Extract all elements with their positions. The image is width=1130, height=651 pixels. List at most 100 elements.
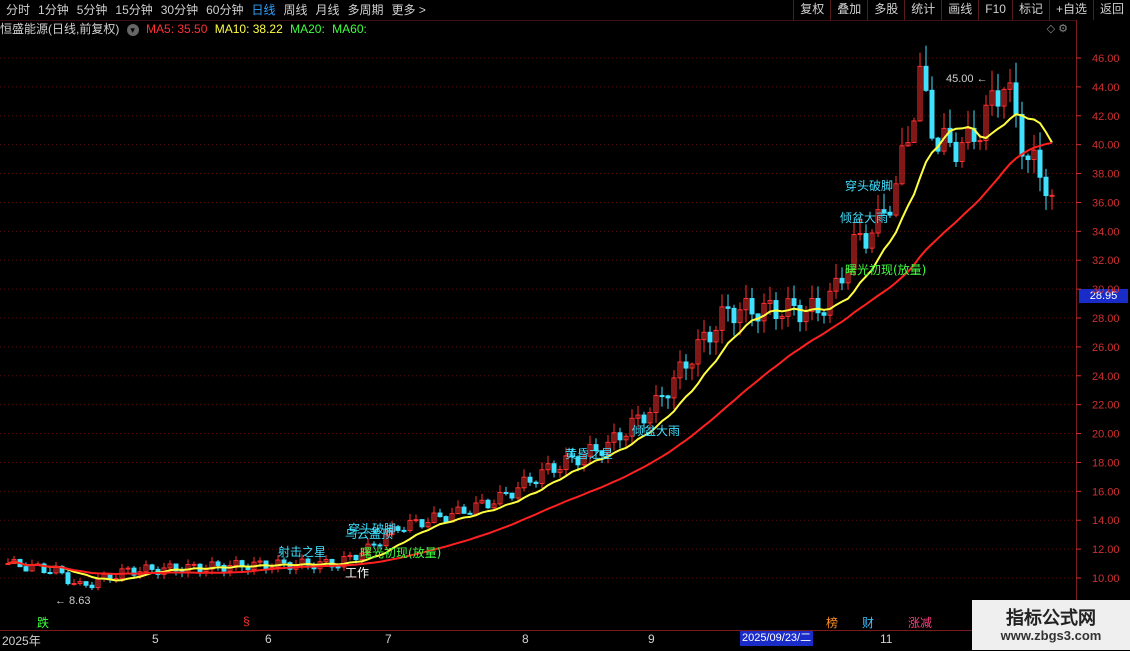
- watermark-title: 指标公式网: [1006, 608, 1096, 628]
- toolbar-actions: 复权 叠加 多股 统计 画线 F10 标记 +自选 返回: [793, 0, 1130, 20]
- event-marker[interactable]: 榜: [826, 614, 838, 631]
- toolbar-button-2[interactable]: 多股: [867, 0, 904, 20]
- candle-body: [71, 582, 77, 585]
- toolbar-button-1[interactable]: 叠加: [830, 0, 867, 20]
- candle-body: [659, 395, 665, 398]
- toolbar-button-0[interactable]: 复权: [793, 0, 830, 20]
- price-tick: 16.00: [1092, 486, 1120, 498]
- candle-body: [371, 543, 377, 546]
- period-tab-6[interactable]: 日线: [247, 2, 279, 18]
- event-marker[interactable]: 跌: [37, 614, 49, 631]
- period-tab-3[interactable]: 15分钟: [111, 2, 156, 18]
- price-tick: 30.00: [1092, 284, 1120, 296]
- toolbar-button-4[interactable]: 画线: [941, 0, 978, 20]
- month-label: 2025年: [2, 634, 41, 648]
- candle-body: [443, 516, 449, 523]
- candle-body: [401, 529, 407, 532]
- candle-body: [125, 567, 131, 570]
- pattern-label: 曙光初现(放量): [845, 262, 926, 277]
- event-marker[interactable]: 涨减: [908, 614, 932, 631]
- ma5-value: MA5: 35.50: [146, 22, 208, 36]
- pattern-label: 黄昏之星: [565, 447, 613, 461]
- candle-body: [89, 584, 95, 589]
- stock-title: 恒盛能源(日线,前复权): [0, 22, 120, 36]
- candlestick-chart[interactable]: 46.00 44.00 42.00 40.00 38.00 36.00 34.00 32.00…: [0, 38, 1130, 630]
- pattern-label: 射击之星: [278, 544, 326, 559]
- month-label: 6: [265, 632, 272, 646]
- period-tab-7[interactable]: 周线: [279, 2, 311, 18]
- candle-body: [47, 572, 53, 575]
- candle-body: [1013, 82, 1019, 115]
- candle-body: [23, 566, 29, 572]
- indicator-bar: 恒盛能源(日线,前复权) ▾ MA5: 35.50 MA10: 38.22 MA…: [0, 21, 371, 37]
- candle-body: [887, 211, 893, 216]
- period-tab-1[interactable]: 1分钟: [34, 2, 73, 18]
- pattern-label: 工作: [345, 566, 369, 580]
- period-tab-8[interactable]: 月线: [312, 2, 344, 18]
- dropdown-icon[interactable]: ▾: [126, 23, 139, 36]
- candle-body: [641, 414, 647, 424]
- candle-body: [923, 65, 929, 91]
- price-tick: 12.00: [1092, 544, 1120, 556]
- candle-body: [725, 306, 731, 309]
- watermark: 指标公式网 www.zbgs3.com: [972, 600, 1130, 650]
- price-tick: 32.00: [1092, 255, 1120, 267]
- ma20-value: MA20:: [290, 22, 325, 36]
- price-tick: 40.00: [1092, 140, 1120, 152]
- watermark-url: www.zbgs3.com: [1000, 628, 1102, 643]
- candle-body: [1049, 194, 1055, 197]
- candle-body: [509, 492, 515, 499]
- price-tick: 26.00: [1092, 342, 1120, 354]
- low-price-label: ← 8.63: [55, 595, 90, 607]
- period-tab-0[interactable]: 分时: [2, 2, 34, 18]
- candle-body: [413, 519, 419, 522]
- candle-body: [797, 304, 803, 323]
- candle-body: [191, 563, 197, 566]
- month-label: 5: [152, 632, 159, 646]
- event-marker[interactable]: §: [243, 614, 250, 628]
- time-axis: 2025年 5 6 7 8 9 11 2025/09/23/二: [0, 630, 1076, 651]
- month-label: 11: [880, 632, 893, 646]
- pattern-label: 曙光初现(放量): [360, 545, 441, 560]
- price-tick: 20.00: [1092, 429, 1120, 441]
- candle-body: [749, 298, 755, 315]
- candle-body: [665, 395, 671, 399]
- ma60-value: MA60:: [332, 22, 367, 36]
- candle-body: [857, 233, 863, 236]
- price-tick: 38.00: [1092, 169, 1120, 181]
- ma60-line: [7, 141, 1053, 576]
- price-tick: 24.00: [1092, 371, 1120, 383]
- period-tab-10[interactable]: 更多 >: [388, 2, 430, 18]
- event-marker[interactable]: 财: [862, 614, 874, 631]
- period-tab-4[interactable]: 30分钟: [157, 2, 202, 18]
- candle-body: [419, 519, 425, 528]
- candle-body: [467, 512, 473, 515]
- ma10-value: MA10: 38.22: [214, 22, 283, 36]
- candle-body: [1019, 113, 1025, 157]
- price-tick: 46.00: [1092, 53, 1120, 65]
- price-tick: 14.00: [1092, 515, 1120, 527]
- toolbar-button-8[interactable]: 返回: [1092, 0, 1130, 20]
- candle-body: [995, 90, 1001, 107]
- settings-icon[interactable]: ⚙: [1058, 23, 1068, 35]
- candle-body: [863, 233, 869, 249]
- candle-body: [65, 572, 71, 585]
- candle-body: [551, 463, 557, 473]
- candle-body: [839, 277, 845, 284]
- period-tab-5[interactable]: 60分钟: [202, 2, 247, 18]
- candle-body: [533, 481, 539, 485]
- candle-body: [461, 506, 467, 514]
- month-label: 7: [385, 632, 392, 646]
- candle-body: [281, 559, 287, 564]
- period-tab-9[interactable]: 多周期: [344, 2, 388, 18]
- candle-body: [527, 476, 533, 483]
- toolbar-button-6[interactable]: 标记: [1011, 0, 1049, 20]
- candle-body: [353, 554, 359, 561]
- price-tick: 18.00: [1092, 457, 1120, 469]
- toolbar-button-3[interactable]: 统计: [904, 0, 941, 20]
- diamond-icon[interactable]: ◇: [1047, 23, 1055, 35]
- toolbar-button-7[interactable]: +自选: [1048, 0, 1093, 20]
- period-tab-2[interactable]: 5分钟: [73, 2, 112, 18]
- toolbar-button-5[interactable]: F10: [978, 0, 1012, 20]
- candle-body: [977, 140, 983, 143]
